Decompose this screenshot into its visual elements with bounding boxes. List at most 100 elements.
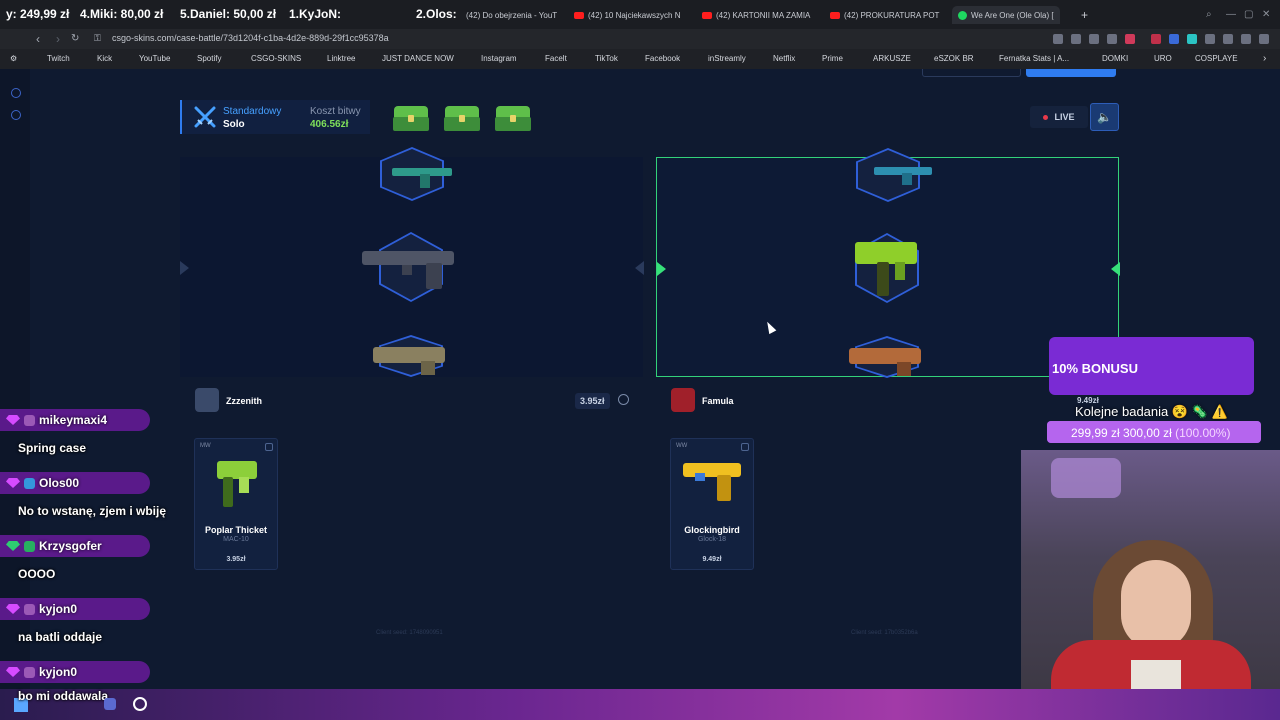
bookmark-item[interactable]: JUST DANCE NOW [371, 54, 454, 63]
bookmark-item[interactable]: Fernatka Stats | A... [988, 54, 1069, 63]
url-field[interactable]: csgo-skins.com/case-battle/73d1204f-c1ba… [112, 33, 389, 43]
badge-icon [24, 603, 35, 615]
case-icon[interactable] [493, 102, 533, 132]
smiley-icon[interactable] [618, 394, 629, 405]
bookmark-item[interactable]: Spotify [186, 54, 221, 63]
chevron-right-icon[interactable]: › [1263, 53, 1266, 64]
weapon-skin-icon [362, 251, 454, 289]
chat-user-row: kyjon0 [6, 662, 77, 682]
chat-message: Spring case [18, 441, 87, 455]
instagram-icon [470, 55, 478, 63]
site-sidebar [0, 69, 30, 689]
eszok-icon [923, 55, 931, 63]
browser-tab[interactable]: (42) Do obejrzenia - YouT [462, 6, 557, 24]
extension-icon[interactable] [1169, 34, 1179, 44]
sound-toggle-button[interactable]: 🔈 [1090, 103, 1119, 131]
youtube-icon [128, 55, 136, 63]
bookmark-item[interactable]: CSGO-SKINS [240, 54, 301, 63]
bookmark-item[interactable]: TikTok [584, 54, 618, 63]
extension-icon[interactable] [1205, 34, 1215, 44]
browser-tab[interactable]: (42) 10 Najciekawszych N [574, 6, 680, 24]
bookmarks-bar: ⚙ Twitch Kick YouTube Spotify CSGO-SKINS… [0, 49, 1280, 69]
back-icon[interactable]: ‹ [36, 32, 40, 46]
bookmark-folder[interactable]: DOMKI [1091, 54, 1128, 63]
spotify-icon [186, 55, 194, 63]
gem-icon [6, 667, 20, 677]
close-icon[interactable]: ✕ [1262, 9, 1270, 20]
discord-icon[interactable] [104, 698, 116, 710]
shield-icon [741, 443, 749, 451]
download-icon[interactable] [1241, 34, 1251, 44]
extension-icon[interactable] [1151, 34, 1161, 44]
gem-icon [6, 604, 20, 614]
bookmark-folder[interactable]: COSPLAYE [1184, 54, 1238, 63]
profile-icon[interactable] [1223, 34, 1233, 44]
maximize-icon[interactable]: ▢ [1244, 9, 1253, 20]
bookmark-folder[interactable]: URO [1143, 54, 1172, 63]
bookmark-item[interactable]: Facebook [634, 54, 680, 63]
battle-mode-label: Standardowy [223, 106, 282, 117]
header-primary-button[interactable] [1026, 69, 1116, 77]
browser-tab-active[interactable]: We Are One (Ole Ola) [ [952, 6, 1060, 24]
history-icon[interactable] [11, 88, 21, 98]
case-icon[interactable] [442, 102, 482, 132]
item-card[interactable]: WW Glockingbird Glock-18 9.49zł [670, 438, 754, 570]
play-icon[interactable] [1107, 34, 1117, 44]
header-button[interactable] [922, 69, 1021, 77]
netflix-icon [762, 55, 770, 63]
weapon-skin-icon [849, 348, 921, 376]
extension-icon[interactable] [1089, 34, 1099, 44]
taskbar: bo mi oddawala [0, 689, 1280, 720]
settings-icon[interactable]: ⚙ [10, 54, 17, 63]
crossed-swords-icon [194, 106, 216, 128]
item-name: Glockingbird [684, 525, 740, 535]
player-total-value: 3.95zł [575, 393, 610, 409]
menu-icon[interactable] [1259, 34, 1269, 44]
bookmark-item[interactable]: Kick [86, 54, 112, 63]
site-info-icon[interactable]: ⚿ [94, 33, 101, 44]
reload-icon[interactable]: ↻ [71, 33, 79, 44]
badge-icon [24, 414, 35, 426]
minimize-icon[interactable]: — [1226, 9, 1236, 20]
item-card[interactable]: MW Poplar Thicket MAC-10 3.95zł [194, 438, 278, 570]
chat-user-row: kyjon0 [6, 599, 77, 619]
facebook-icon [634, 55, 642, 63]
bookmark-item[interactable]: inStreamly [697, 54, 746, 63]
bookmark-item[interactable]: Netflix [762, 54, 795, 63]
chat-message: No to wstanę, zjem i wbiję [18, 504, 167, 518]
bookmark-item[interactable]: Facelt [534, 54, 567, 63]
search-tabs-icon[interactable]: ⌕ [1206, 9, 1212, 20]
bookmark-star-icon[interactable] [1053, 34, 1063, 44]
heart-icon[interactable] [1125, 34, 1135, 44]
bookmark-item[interactable]: Instagram [470, 54, 517, 63]
chat-user-row: mikeymaxi4 [6, 410, 107, 430]
folder-icon [1143, 55, 1151, 63]
settings-icon[interactable] [11, 110, 21, 120]
forward-icon[interactable]: › [56, 32, 60, 46]
donation-ticker-item: 1.KyJoN: [289, 7, 342, 21]
player-name: Zzzenith [226, 396, 262, 406]
extension-icon[interactable] [1187, 34, 1197, 44]
webcam-feed [1021, 450, 1280, 720]
weapon-skin-icon [373, 347, 445, 375]
folder-icon [1091, 55, 1099, 63]
browser-tab[interactable]: (42) KARTONII MA ZAMIA [702, 6, 810, 24]
bookmark-item[interactable]: YouTube [128, 54, 170, 63]
screenshot-icon[interactable] [1071, 34, 1081, 44]
goal-progress-text: 299,99 zł 300,00 zł (100.00%) [1071, 426, 1231, 440]
browser-tab-bar: y: 249,99 zł 4.Miki: 80,00 zł 5.Daniel: … [0, 0, 1280, 29]
bookmark-item[interactable]: Linktree [316, 54, 355, 63]
item-type: Glock-18 [697, 536, 726, 543]
new-tab-button[interactable]: + [1081, 6, 1088, 24]
instreamly-icon [697, 55, 705, 63]
bookmark-item[interactable]: Prime [811, 54, 843, 63]
weapon-skin-icon [217, 461, 257, 507]
case-icon[interactable] [391, 102, 431, 132]
live-badge[interactable]: LIVE [1030, 106, 1088, 128]
obs-icon[interactable] [133, 697, 147, 711]
bookmark-item[interactable]: Twitch [36, 54, 70, 63]
client-seed: Client seed: 17b0352b6a [851, 630, 918, 636]
browser-tab[interactable]: (42) PROKURATURA POT [830, 6, 939, 24]
bookmark-item[interactable]: eSZOK BR [923, 54, 974, 63]
bookmark-folder[interactable]: ARKUSZE [862, 54, 911, 63]
